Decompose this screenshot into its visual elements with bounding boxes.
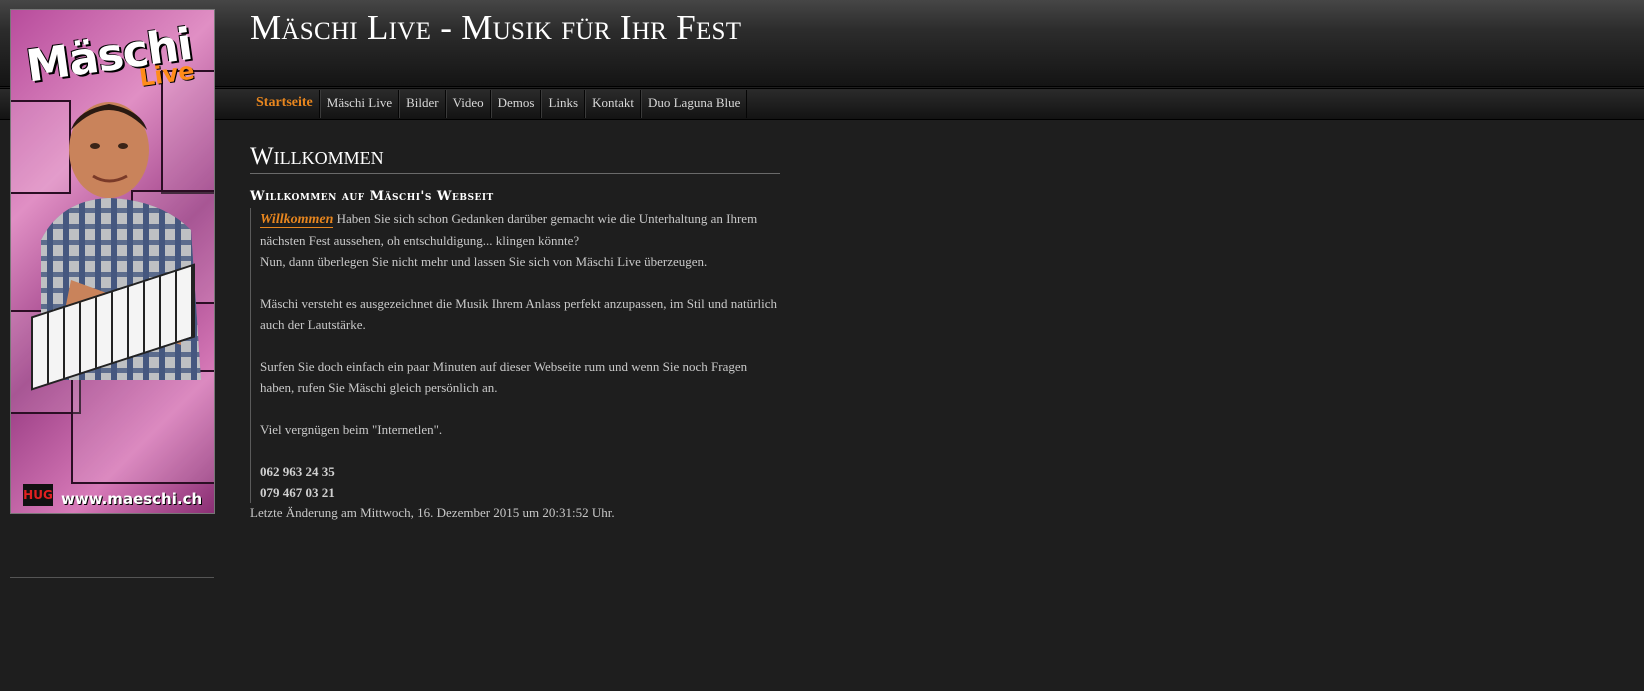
nav-item-bilder[interactable]: Bilder: [399, 90, 446, 118]
nav-item-demos[interactable]: Demos: [490, 90, 542, 118]
main-content: Willkommen Willkommen auf Mäschi's Webse…: [250, 142, 780, 521]
page: Mäschi Live - Musik für Ihr Fest Startse…: [0, 0, 1644, 691]
sidebar-divider: [10, 577, 214, 578]
header-bar: [0, 0, 1644, 87]
paragraph-surf: Surfen Sie doch einfach ein paar Minuten…: [260, 359, 748, 395]
banner-tile: [71, 370, 214, 484]
paragraph-greeting: Viel vergnügen beim "Internetlen".: [260, 422, 443, 437]
banner-url-text: www.maeschi.ch: [61, 490, 203, 508]
nav-item-startseite[interactable]: Startseite: [250, 90, 320, 118]
nav-item-kontakt[interactable]: Kontakt: [585, 90, 641, 118]
paragraph-music: Mäschi versteht es ausgezeichnet die Mus…: [260, 296, 777, 332]
page-title: Willkommen: [250, 142, 780, 174]
intro-line-2: Nun, dann überlegen Sie nicht mehr und l…: [260, 254, 708, 269]
nav-item-links[interactable]: Links: [541, 90, 586, 118]
sidebar-banner-image: Mäschi Live HUG www.maeschi.ch: [10, 9, 215, 514]
intro-paragraph: Willkommen Haben Sie sich schon Gedanken…: [260, 208, 780, 251]
nav-item-video[interactable]: Video: [445, 90, 491, 118]
article-title: Willkommen auf Mäschi's Webseit: [250, 189, 494, 204]
hug-logo-icon: HUG: [23, 484, 53, 506]
last-modified-text: Letzte Änderung am Mittwoch, 16. Dezembe…: [250, 505, 615, 520]
phone-number-1: 062 963 24 35: [260, 464, 335, 479]
intro-text: Haben Sie sich schon Gedanken darüber ge…: [260, 211, 758, 248]
article-body: Willkommen Haben Sie sich schon Gedanken…: [250, 208, 780, 503]
welcome-link[interactable]: Willkommen: [260, 212, 334, 228]
main-navigation: Startseite Mäschi Live Bilder Video Demo…: [250, 90, 748, 118]
nav-item-duo-laguna-blue[interactable]: Duo Laguna Blue: [640, 90, 748, 118]
phone-number-2: 079 467 03 21: [260, 485, 335, 500]
nav-item-maeschi-live[interactable]: Mäschi Live: [319, 90, 400, 118]
nav-bar: [0, 88, 1644, 120]
site-title: Mäschi Live - Musik für Ihr Fest: [250, 8, 742, 47]
